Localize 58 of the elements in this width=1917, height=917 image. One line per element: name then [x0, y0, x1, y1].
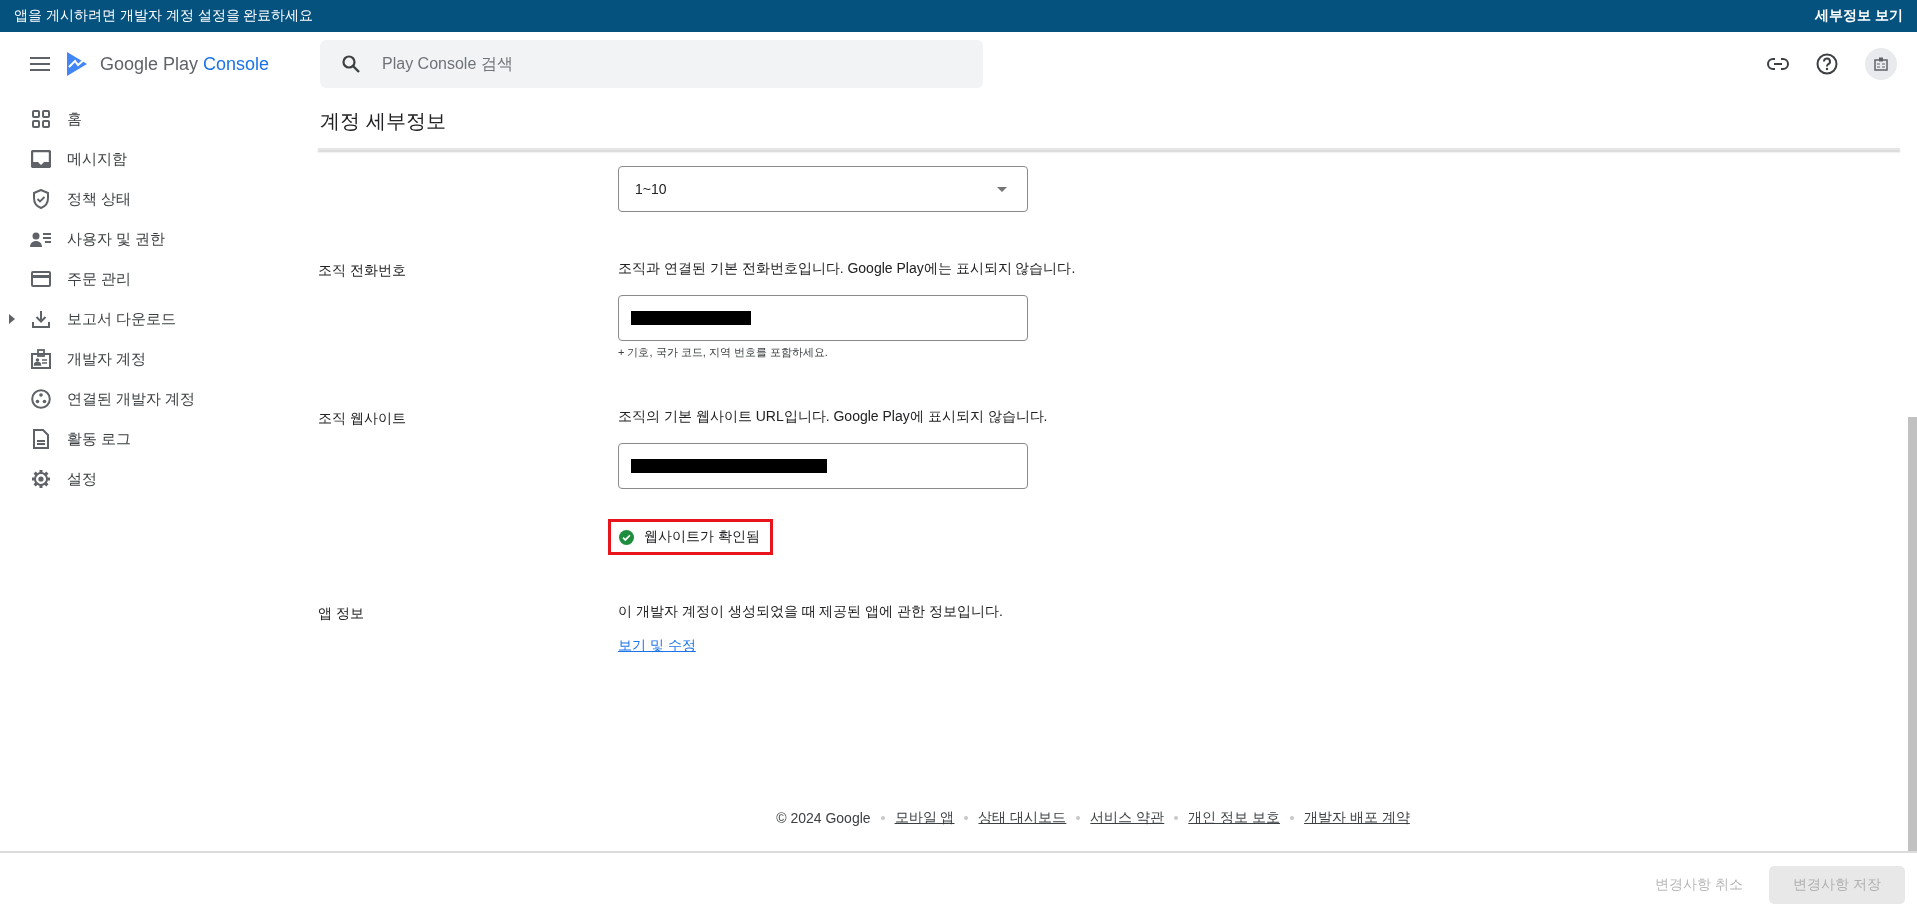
field-hint: + 기호, 국가 코드, 지역 번호를 포함하세요. [618, 345, 828, 360]
footer-link[interactable]: 모바일 앱 [894, 809, 955, 827]
separator-dot [1290, 816, 1295, 820]
help-icon[interactable] [1816, 53, 1838, 75]
shield-check-icon [32, 189, 50, 209]
nav-item[interactable]: 사용자 및 권한 [0, 219, 318, 259]
size-dropdown[interactable]: 1~10 [618, 166, 1028, 212]
field-label: 조직 웹사이트 [318, 409, 407, 428]
search-icon [342, 55, 360, 73]
field-description: 이 개발자 계정이 생성되었을 때 제공된 앱에 관한 정보입니다. [618, 603, 1003, 621]
nav-item[interactable]: 홈 [0, 99, 318, 139]
download-icon [32, 310, 50, 328]
footer-link[interactable]: 서비스 약관 [1090, 809, 1165, 827]
separator-dot [964, 816, 969, 820]
settings-icon [31, 469, 51, 489]
check-circle-icon [619, 529, 634, 545]
link-icon[interactable] [1767, 58, 1789, 70]
inbox-icon [31, 150, 51, 168]
view-edit-link[interactable]: 보기 및 수정 [618, 637, 696, 655]
nav-item[interactable]: 연결된 개발자 계정 [0, 379, 318, 419]
nav-item[interactable]: 설정 [0, 459, 318, 499]
footer-link[interactable]: 개인 정보 보호 [1188, 809, 1281, 827]
account-button[interactable] [1865, 48, 1897, 80]
input-field[interactable] [618, 295, 1028, 341]
document-icon [33, 429, 49, 449]
separator-dot [1076, 816, 1081, 820]
search-field[interactable]: Play Console 검색 [320, 40, 983, 88]
menu-icon[interactable] [30, 57, 50, 71]
nav-item[interactable]: 정책 상태 [0, 179, 318, 219]
nav-item[interactable]: 주문 관리 [0, 259, 318, 299]
separator-dot [1174, 816, 1179, 820]
nav-item[interactable]: 보고서 다운로드 [0, 299, 318, 339]
id-badge-icon [31, 349, 51, 369]
footer-link[interactable]: 상태 대시보드 [978, 809, 1067, 827]
dropdown-arrow-icon [997, 186, 1007, 192]
grid-icon [32, 110, 50, 128]
footer-link[interactable]: 개발자 배포 계약 [1304, 809, 1410, 827]
field-description: 조직의 기본 웹사이트 URL입니다. Google Play에 표시되지 않습니다. [618, 408, 1048, 426]
id-badge-icon [1874, 57, 1888, 71]
logo-icon [66, 51, 88, 77]
nav-item[interactable]: 메시지함 [0, 139, 318, 179]
field-description: 조직과 연결된 기본 전화번호입니다. Google Play에는 표시되지 않습니다. [618, 260, 1076, 278]
input-field[interactable] [618, 443, 1028, 489]
copyright-text: © 2024 Google [776, 810, 871, 826]
field-label: 앱 정보 [318, 604, 365, 623]
linked-circles-icon [31, 389, 51, 409]
nav-item[interactable]: 개발자 계정 [0, 339, 318, 379]
field-label: 조직 전화번호 [318, 261, 407, 280]
separator-dot [880, 816, 885, 820]
caret-icon[interactable] [9, 314, 15, 324]
banner-message: 앱을 게시하려면 개발자 계정 설정을 완료하세요 [14, 7, 314, 25]
nav-item[interactable]: 활동 로그 [0, 419, 318, 459]
verified-status: 웹사이트가 확인됨 [608, 519, 773, 555]
product-logo[interactable]: Google Play Console [100, 53, 270, 75]
details-link[interactable]: 세부정보 보기 [1815, 7, 1903, 25]
person-list-icon [30, 231, 52, 247]
card-icon [31, 271, 51, 287]
page-title: 계정 세부정보 [320, 109, 447, 134]
